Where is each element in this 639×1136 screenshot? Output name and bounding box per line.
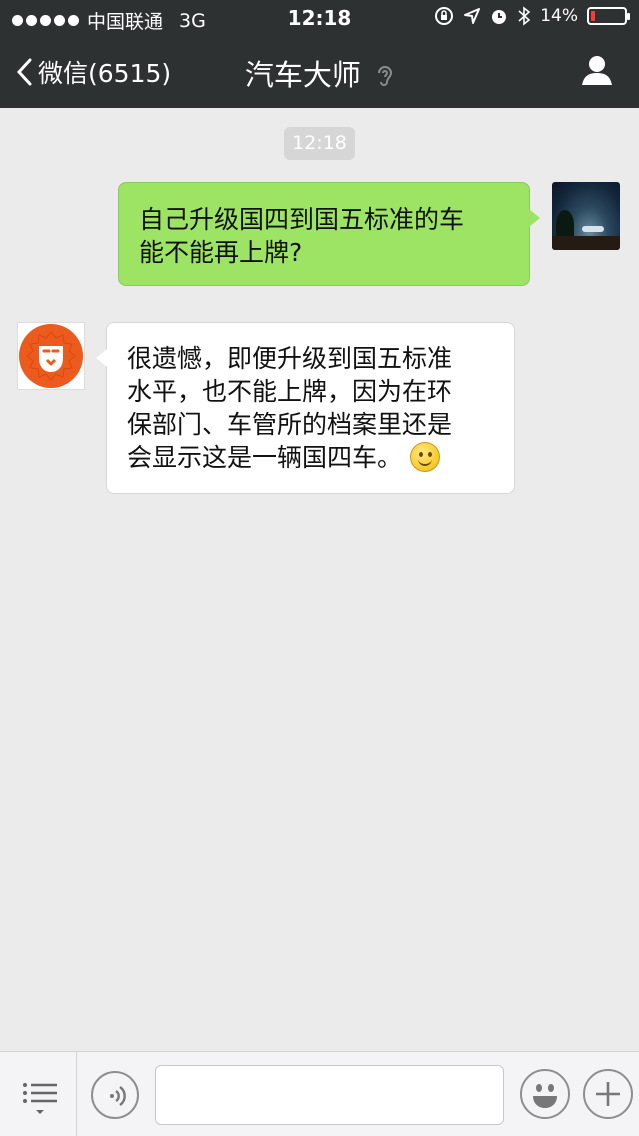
location-icon	[464, 8, 481, 24]
chat-title: 汽车大师	[0, 52, 639, 94]
top-bar: 中国联通 3G 12:18 14% 微信(6515) 汽车大师	[0, 0, 639, 108]
smile-emoji-icon	[409, 442, 440, 472]
more-button[interactable]	[583, 1069, 633, 1119]
battery-percent: 14%	[540, 6, 578, 26]
status-right: 14%	[434, 6, 630, 26]
status-bar: 中国联通 3G 12:18 14%	[0, 0, 639, 36]
voice-button[interactable]	[91, 1071, 139, 1119]
person-icon	[582, 56, 612, 85]
plus-icon	[596, 1082, 620, 1106]
message-line: 很遗憾，即便升级到国五标准	[127, 344, 453, 373]
bluetooth-icon	[518, 6, 531, 26]
rotation-lock-icon	[435, 7, 454, 25]
alarm-icon	[492, 10, 507, 24]
lion-logo-icon	[26, 331, 76, 381]
nav-bar: 微信(6515) 汽车大师	[0, 36, 639, 108]
earpiece-mode-icon	[378, 66, 393, 86]
voice-icon	[110, 1086, 126, 1106]
menu-icon	[23, 1083, 57, 1114]
chat-title-text: 汽车大师	[244, 58, 361, 92]
emoji-icon	[533, 1084, 557, 1108]
menu-toggle-button[interactable]	[0, 1052, 77, 1136]
bot-message-bubble[interactable]: 很遗憾，即便升级到国五标准 水平，也不能上牌，因为在环 保部门、车管所的档案里还…	[96, 322, 515, 494]
battery-level	[591, 11, 595, 21]
input-toolbar	[0, 1051, 639, 1136]
bot-avatar[interactable]	[17, 322, 85, 390]
my-avatar[interactable]	[552, 182, 620, 250]
message-line: 保部门、车管所的档案里还是	[127, 410, 453, 439]
message-line: 自己升级国四到国五标准的车	[139, 205, 465, 234]
chat-timestamp: 12:18	[284, 127, 355, 160]
message-line: 水平，也不能上牌，因为在环	[127, 377, 453, 406]
battery-icon	[587, 7, 630, 25]
my-message-bubble[interactable]: 自己升级国四到国五标准的车 能不能再上牌?	[118, 182, 540, 286]
profile-button[interactable]	[581, 54, 613, 90]
emoji-button[interactable]	[520, 1069, 570, 1119]
message-line: 能不能再上牌?	[139, 238, 303, 267]
message-line: 会显示这是一辆国四车。	[127, 441, 494, 474]
message-input[interactable]	[155, 1065, 504, 1125]
